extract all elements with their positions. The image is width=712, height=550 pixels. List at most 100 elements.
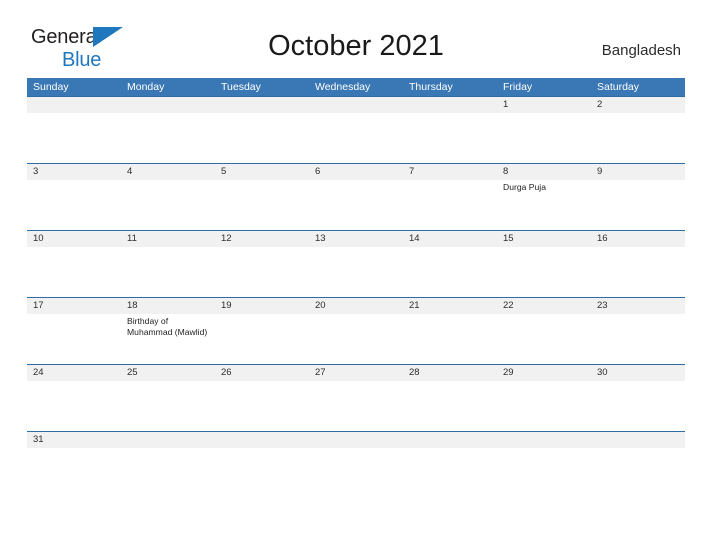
day-number: 23 [597,300,608,311]
day-cell[interactable] [27,247,121,297]
day-number: 3 [33,166,39,177]
day-number: 7 [409,166,415,177]
day-cell[interactable] [215,180,309,230]
week-cells: Birthday of Muhammad (Mawlid) [27,314,685,364]
day-number [27,97,121,113]
day-cell[interactable] [591,180,685,230]
day-number: 24 [33,367,44,378]
day-cell[interactable] [591,113,685,163]
day-cell[interactable] [215,113,309,163]
day-cell[interactable] [27,314,121,364]
day-number [309,97,403,113]
day-cell[interactable] [497,247,591,297]
day-cell[interactable] [497,314,591,364]
week-cells: Durga Puja [27,180,685,230]
week-row: 17 18 19 20 21 22 23 Birthday of Muhamma… [27,297,685,364]
day-number: 16 [597,233,608,244]
day-cell[interactable] [27,448,121,462]
day-number: 5 [221,166,227,177]
weekday-header-row: Sunday Monday Tuesday Wednesday Thursday… [27,78,685,96]
day-cell[interactable] [403,247,497,297]
day-number: 12 [221,233,232,244]
week-number-strip: 31 [27,432,685,448]
weekday-sunday: Sunday [33,81,69,93]
day-number: 4 [127,166,133,177]
day-cell[interactable] [591,314,685,364]
day-number: 30 [597,367,608,378]
day-number: 10 [33,233,44,244]
day-event: Durga Puja [503,182,546,192]
week-row: 1 2 [27,96,685,163]
day-number: 29 [503,367,514,378]
day-number: 9 [597,166,603,177]
day-number [121,97,215,113]
week-cells [27,381,685,431]
day-cell[interactable] [591,247,685,297]
week-row: 24 25 26 27 28 29 30 [27,364,685,431]
day-number [215,97,309,113]
day-cell[interactable] [121,247,215,297]
day-cell[interactable] [309,180,403,230]
day-cell[interactable] [497,448,591,462]
day-number: 22 [503,300,514,311]
day-number: 19 [221,300,232,311]
week-number-strip: 10 11 12 13 14 15 16 [27,231,685,247]
day-cell[interactable] [309,247,403,297]
day-cell[interactable]: Birthday of Muhammad (Mawlid) [121,314,215,364]
day-number [591,432,685,448]
day-cell[interactable] [215,314,309,364]
day-cell[interactable] [121,113,215,163]
day-cell[interactable] [403,113,497,163]
day-event: Birthday of Muhammad (Mawlid) [127,316,208,337]
day-number: 11 [127,233,137,244]
week-cells [27,113,685,163]
day-number [403,97,497,113]
day-cell[interactable]: Durga Puja [497,180,591,230]
day-cell[interactable] [309,314,403,364]
day-cell[interactable] [403,381,497,431]
day-cell[interactable] [309,381,403,431]
day-cell[interactable] [27,180,121,230]
page-header: General Blue October 2021 Bangladesh [0,0,712,70]
day-number [215,432,309,448]
week-number-strip: 24 25 26 27 28 29 30 [27,365,685,381]
day-cell[interactable] [121,381,215,431]
day-cell[interactable] [215,448,309,462]
day-number: 6 [315,166,321,177]
day-cell[interactable] [215,381,309,431]
day-number: 14 [409,233,420,244]
day-number: 20 [315,300,326,311]
weekday-monday: Monday [127,81,165,93]
day-number: 18 [127,300,138,311]
day-cell[interactable] [27,113,121,163]
day-cell[interactable] [27,381,121,431]
day-number [309,432,403,448]
day-number: 28 [409,367,420,378]
day-number: 1 [503,99,509,110]
day-cell[interactable] [403,448,497,462]
week-row: 3 4 5 6 7 8 9 Durga Puja [27,163,685,230]
day-cell[interactable] [591,448,685,462]
weekday-saturday: Saturday [597,81,640,93]
day-cell[interactable] [591,381,685,431]
week-number-strip: 1 2 [27,97,685,113]
weekday-wednesday: Wednesday [315,81,371,93]
day-cell[interactable] [403,314,497,364]
day-number: 15 [503,233,514,244]
day-number: 13 [315,233,326,244]
day-cell[interactable] [121,448,215,462]
day-number: 21 [409,300,420,311]
day-cell[interactable] [215,247,309,297]
day-cell[interactable] [121,180,215,230]
day-cell[interactable] [309,113,403,163]
weekday-tuesday: Tuesday [221,81,261,93]
day-cell[interactable] [497,381,591,431]
day-cell[interactable] [309,448,403,462]
day-number: 2 [597,99,603,110]
day-cell[interactable] [497,113,591,163]
day-number [121,432,215,448]
week-row: 10 11 12 13 14 15 16 [27,230,685,297]
day-number: 25 [127,367,138,378]
day-cell[interactable] [403,180,497,230]
day-number [403,432,497,448]
